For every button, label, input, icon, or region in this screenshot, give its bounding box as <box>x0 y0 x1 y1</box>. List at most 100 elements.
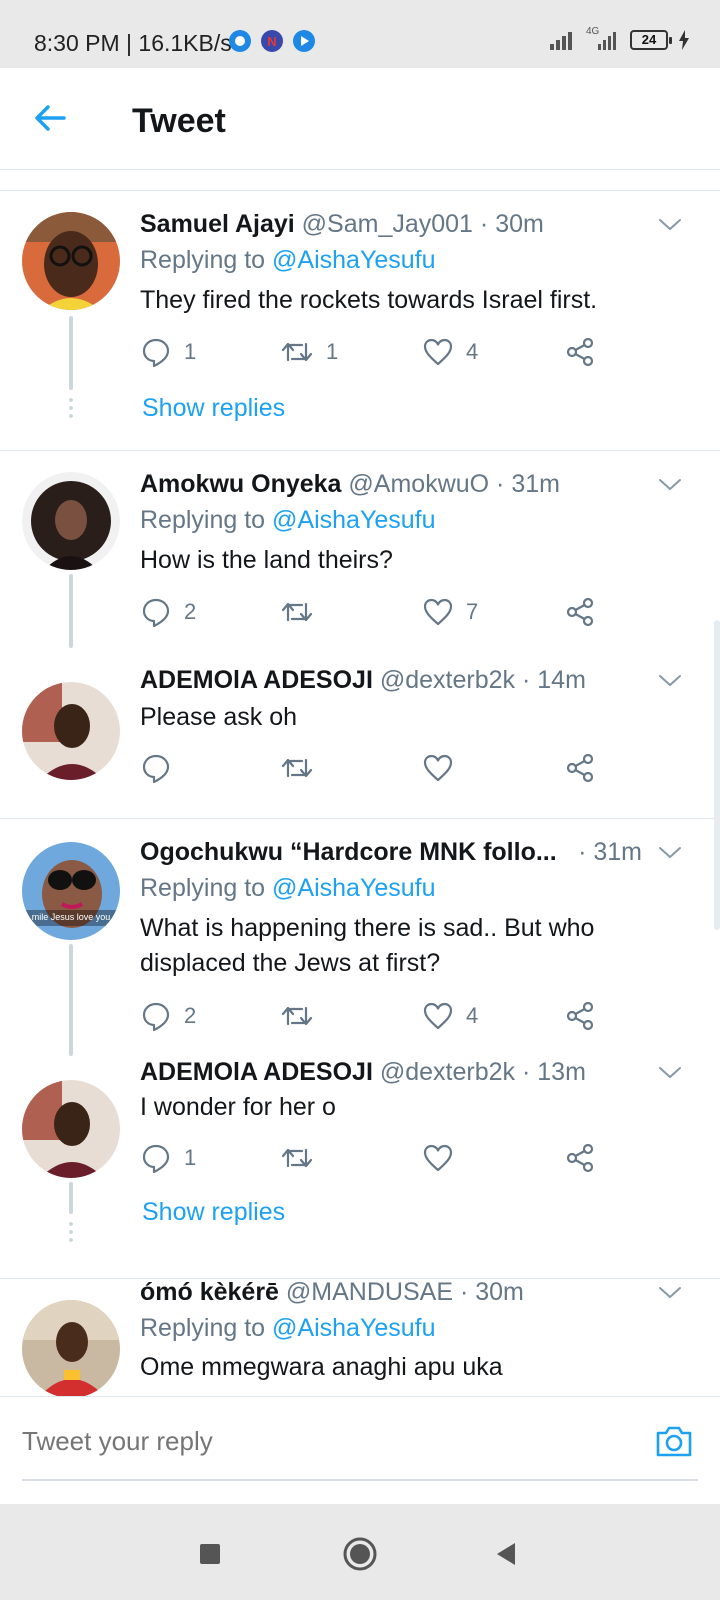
notification-app-icon <box>229 30 251 52</box>
mention-link[interactable]: @AishaYesufu <box>272 1314 435 1342</box>
avatar[interactable] <box>22 472 120 570</box>
reply-input[interactable] <box>22 1421 622 1461</box>
retweet-icon <box>281 758 313 778</box>
battery-level: 24 <box>641 32 657 47</box>
like-button[interactable] <box>422 1140 454 1176</box>
replying-to: Replying to @AishaYesufu <box>140 874 435 903</box>
tweet-item[interactable]: ADEMOlA ADESOJI @dexterb2k · 14m Please … <box>0 660 720 820</box>
reply-count: 2 <box>184 1003 197 1028</box>
replying-prefix: Replying to <box>140 246 266 274</box>
share-icon <box>566 753 594 783</box>
author-handle[interactable]: @MANDUSAE <box>286 1278 453 1306</box>
reply-button[interactable]: 2 <box>140 998 196 1034</box>
tweet-header: Amokwu Onyeka @AmokwuO · 31m <box>140 470 636 499</box>
page-title: Tweet <box>132 102 226 140</box>
like-button[interactable] <box>422 750 454 786</box>
charging-icon <box>679 30 689 50</box>
home-button[interactable] <box>340 1534 380 1574</box>
tweet-actions: 1 1 4 <box>140 334 610 370</box>
tweet-actions <box>140 750 610 786</box>
thread-line <box>69 316 73 390</box>
chevron-down-icon[interactable] <box>656 210 684 238</box>
tweet-actions: 1 <box>140 1140 610 1176</box>
avatar[interactable] <box>22 1080 120 1178</box>
retweet-icon <box>281 342 313 362</box>
reply-button[interactable]: 2 <box>140 594 196 630</box>
scrollbar[interactable] <box>714 620 720 930</box>
tweet-time: · 13m <box>521 1058 586 1086</box>
author-handle[interactable]: @dexterb2k <box>380 666 515 694</box>
heart-icon <box>423 1002 453 1030</box>
avatar[interactable] <box>22 1300 120 1396</box>
reply-icon <box>142 1002 170 1032</box>
replying-prefix: Replying to <box>140 1314 266 1342</box>
status-system-icons: 4G 24 <box>550 26 690 50</box>
play-icon <box>293 30 315 52</box>
retweet-count: 1 <box>326 339 339 364</box>
tweet-item[interactable]: Amokwu Onyeka @AmokwuO · 31m Replying to… <box>0 450 720 648</box>
thread-line <box>69 1182 73 1214</box>
camera-icon[interactable] <box>654 1421 694 1461</box>
avatar[interactable] <box>22 212 120 310</box>
mention-link[interactable]: @AishaYesufu <box>272 874 435 902</box>
reply-count: 2 <box>184 599 197 624</box>
share-icon <box>566 337 594 367</box>
thread-dots <box>69 396 73 420</box>
tweet-item[interactable]: Samuel Ajayi @Sam_Jay001 · 30m Replying … <box>0 190 720 450</box>
show-replies-link[interactable]: Show replies <box>142 394 285 423</box>
chevron-down-icon[interactable] <box>656 1278 684 1306</box>
author-name[interactable]: ADEMOlA ADESOJI <box>140 1058 373 1086</box>
tweet-header: Samuel Ajayi @Sam_Jay001 · 30m <box>140 210 636 239</box>
show-replies-link[interactable]: Show replies <box>142 1198 285 1227</box>
tweet-item[interactable]: ADEMOlA ADESOJI @dexterb2k · 13m I wonde… <box>0 1058 720 1278</box>
share-icon <box>566 597 594 627</box>
reply-button[interactable]: 1 <box>140 334 196 370</box>
mention-link[interactable]: @AishaYesufu <box>272 506 435 534</box>
retweet-button[interactable]: 1 <box>280 334 338 370</box>
author-name[interactable]: Amokwu Onyeka <box>140 470 341 498</box>
chevron-down-icon[interactable] <box>656 838 684 866</box>
tweet-time: · 31m <box>496 470 560 498</box>
share-button[interactable] <box>564 998 596 1034</box>
back-button[interactable] <box>486 1534 526 1574</box>
author-name[interactable]: Samuel Ajayi <box>140 210 295 238</box>
chevron-down-icon[interactable] <box>656 1058 684 1086</box>
reply-button[interactable] <box>140 750 172 786</box>
tweet-item[interactable]: mile Jesus love you Ogochukwu “Hardcore … <box>0 818 720 1058</box>
avatar[interactable] <box>22 682 120 780</box>
svg-text:N: N <box>267 34 276 49</box>
share-button[interactable] <box>564 594 596 630</box>
recent-apps-button[interactable] <box>190 1534 230 1574</box>
share-button[interactable] <box>564 334 596 370</box>
like-button[interactable]: 4 <box>422 998 478 1034</box>
tweet-actions: 2 7 <box>140 594 610 630</box>
author-name[interactable]: ADEMOlA ADESOJI <box>140 666 373 694</box>
mention-link[interactable]: @AishaYesufu <box>272 246 435 274</box>
replying-to: Replying to @AishaYesufu <box>140 246 435 275</box>
retweet-button[interactable] <box>280 750 314 786</box>
back-arrow-icon[interactable] <box>30 98 70 138</box>
share-button[interactable] <box>564 750 596 786</box>
status-time: 8:30 PM | 16.1KB/s <box>34 30 232 56</box>
chevron-down-icon[interactable] <box>656 666 684 694</box>
thread-line <box>69 944 73 1056</box>
tweet-item[interactable]: ómó kèkérē @MANDUSAE · 30m Replying to @… <box>0 1278 720 1396</box>
reply-button[interactable]: 1 <box>140 1140 196 1176</box>
back-triangle-icon <box>497 1543 515 1565</box>
reply-count: 1 <box>184 339 197 364</box>
author-name[interactable]: ómó kèkérē <box>140 1278 279 1306</box>
reply-icon <box>142 754 170 784</box>
retweet-button[interactable] <box>280 1140 314 1176</box>
author-handle[interactable]: @Sam_Jay001 <box>302 210 473 238</box>
share-button[interactable] <box>564 1140 596 1176</box>
retweet-button[interactable] <box>280 594 326 630</box>
author-name[interactable]: Ogochukwu “Hardcore MNK follo... <box>140 838 557 866</box>
avatar[interactable]: mile Jesus love you <box>22 842 120 940</box>
chevron-down-icon[interactable] <box>656 470 684 498</box>
retweet-button[interactable] <box>280 998 326 1034</box>
author-handle[interactable]: @dexterb2k <box>380 1058 515 1086</box>
author-handle[interactable]: @AmokwuO <box>348 470 489 498</box>
like-button[interactable]: 7 <box>422 594 478 630</box>
like-button[interactable]: 4 <box>422 334 478 370</box>
tweet-text: Please ask oh <box>140 703 298 731</box>
